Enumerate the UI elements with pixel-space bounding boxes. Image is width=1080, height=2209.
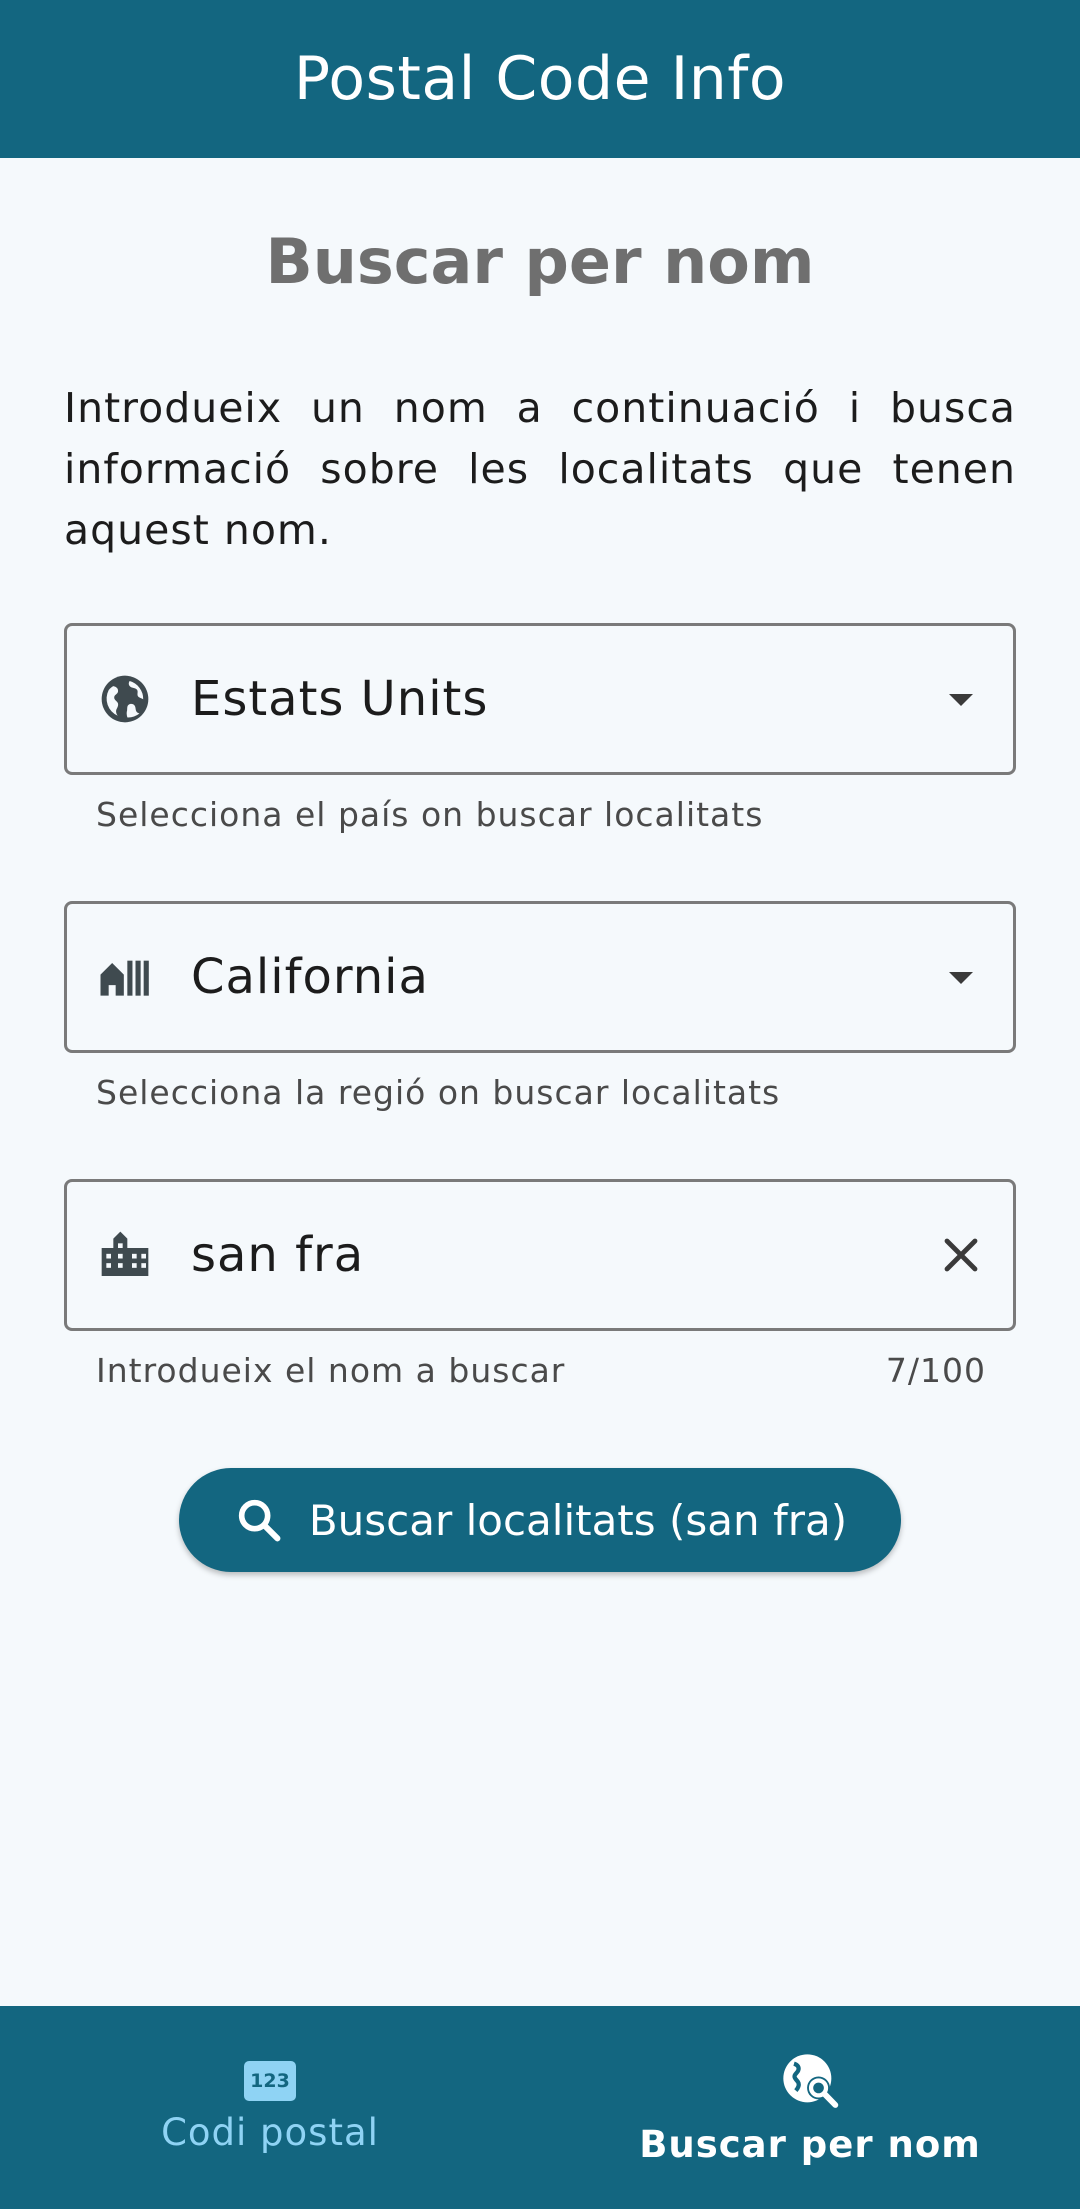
country-helper-text: Selecciona el país on buscar localitats <box>96 795 764 834</box>
bottom-navigation: 123 Codi postal Buscar per nom <box>0 2006 1080 2209</box>
region-dropdown[interactable]: California <box>64 901 1016 1053</box>
dropdown-arrow-icon <box>949 694 973 706</box>
country-value: Estats Units <box>191 671 489 727</box>
nav-item-postal-code[interactable]: 123 Codi postal <box>0 2006 540 2209</box>
name-input[interactable]: san fra <box>64 1179 1016 1331</box>
name-helper-text: Introdueix el nom a buscar <box>96 1351 566 1390</box>
nav-item-search-by-name[interactable]: Buscar per nom <box>540 2006 1080 2209</box>
page-title: Buscar per nom <box>265 225 815 298</box>
city-icon <box>101 1231 149 1276</box>
numbers-badge-text: 123 <box>250 2070 290 2092</box>
region-helper-text: Selecciona la regió on buscar localitats <box>96 1073 781 1112</box>
holiday-village-icon <box>100 960 149 996</box>
app-bar: Postal Code Info <box>0 0 1080 158</box>
dropdown-arrow-icon <box>949 972 973 984</box>
numbers-123-icon: 123 <box>244 2061 296 2101</box>
intro-text: Introdueix un nom a continuació i busca … <box>64 384 1016 554</box>
globe-icon <box>101 675 149 723</box>
nav-label-search-by-name: Buscar per nom <box>639 2123 981 2166</box>
country-dropdown[interactable]: Estats Units <box>64 623 1016 775</box>
name-input-value: san fra <box>191 1227 365 1283</box>
character-counter: 7/100 <box>885 1351 986 1390</box>
region-value: California <box>191 949 429 1005</box>
app-title: Postal Code Info <box>293 44 787 114</box>
search-button-label: Buscar localitats (san fra) <box>308 1495 848 1545</box>
search-icon <box>238 1499 281 1542</box>
search-localities-button[interactable]: Buscar localitats (san fra) <box>179 1468 901 1572</box>
clear-icon[interactable] <box>937 1231 985 1279</box>
travel-explore-icon <box>783 2054 839 2108</box>
nav-label-postal-code: Codi postal <box>161 2111 379 2154</box>
